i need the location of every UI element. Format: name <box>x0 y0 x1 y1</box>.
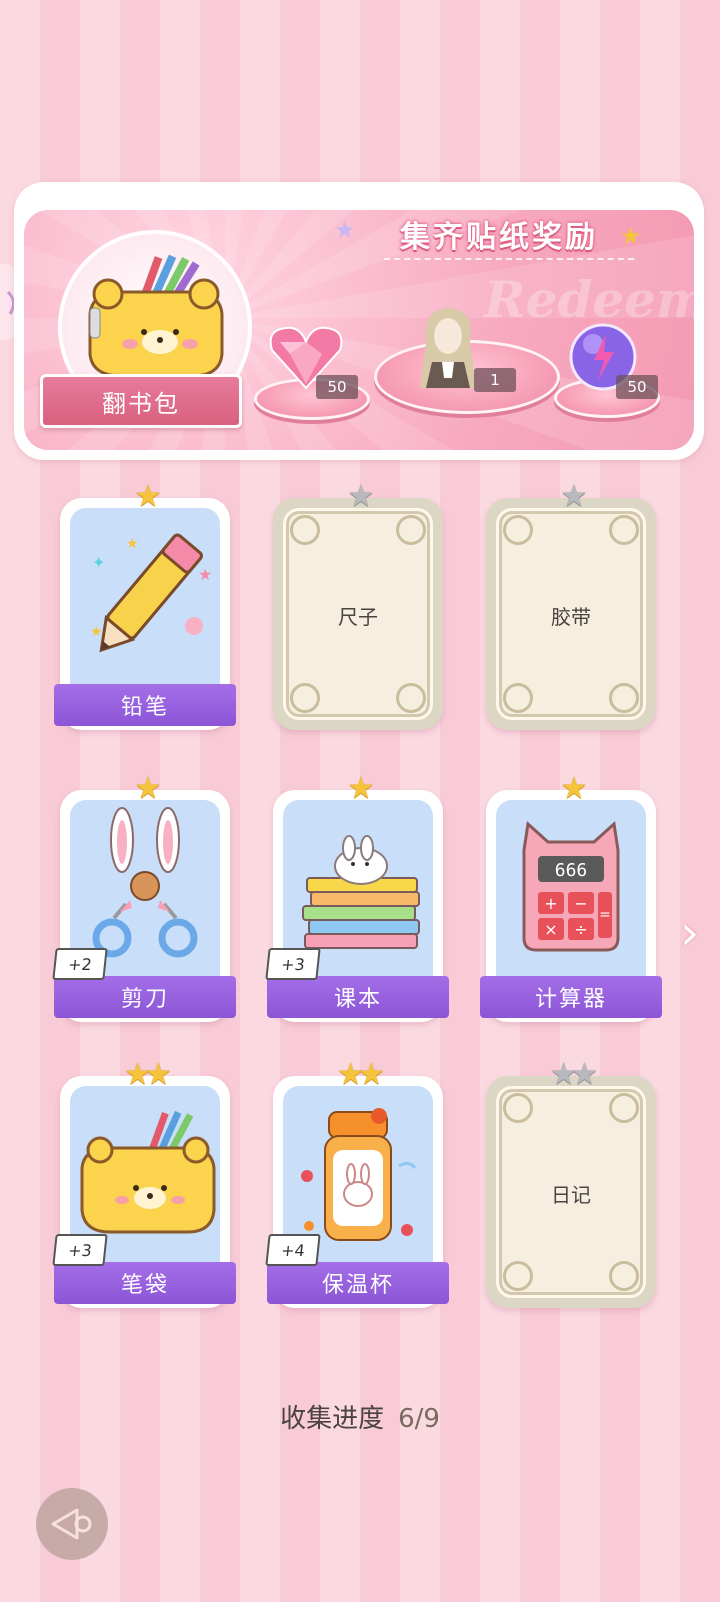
star-gray-icon: ★ <box>550 1057 577 1092</box>
corner-ornament <box>609 1261 639 1291</box>
redeem-watermark: Redeem <box>484 270 694 329</box>
star-rating: ★ <box>273 480 443 514</box>
book-stack-icon <box>302 835 420 949</box>
sticker-name: 保温杯 <box>321 1273 394 1298</box>
reward-count-badge: 50 <box>316 375 358 399</box>
corner-ornament <box>609 1093 639 1123</box>
star-gold-icon: ★ <box>124 1057 151 1092</box>
star-gold-icon: ★ <box>347 771 375 806</box>
corner-ornament <box>503 1093 533 1123</box>
corner-ornament <box>396 515 426 545</box>
sticker-card-diary-locked[interactable]: ★★ 日记 <box>486 1058 656 1312</box>
corner-ornament <box>290 683 320 713</box>
svg-text:★: ★ <box>126 536 139 552</box>
title-divider <box>384 258 634 260</box>
star-gray-icon: ★ <box>347 479 375 514</box>
star-gray-icon: ★ <box>560 479 588 514</box>
svg-text:−: − <box>574 894 587 913</box>
sticker-name: 剪刀 <box>120 987 169 1012</box>
next-page-arrow-icon[interactable]: › <box>680 905 699 961</box>
star-gold-icon: ★ <box>358 1057 385 1092</box>
sticker-name-ribbon: 课本 <box>267 976 449 1018</box>
svg-text:÷: ÷ <box>574 920 587 939</box>
star-rating: ★ <box>60 480 230 514</box>
sticker-card-pencil-case[interactable]: ★★ +3 笔袋 <box>52 1058 236 1312</box>
svg-text:+: + <box>544 894 557 913</box>
corner-ornament <box>503 515 533 545</box>
sticker-card-thermos[interactable]: ★★ +4 保温杯 <box>265 1058 449 1312</box>
star-rating: ★ <box>486 480 656 514</box>
star-rating: ★★ <box>273 1058 443 1092</box>
star-gold-icon: ★ <box>145 1057 172 1092</box>
sticker-card-tape-locked[interactable]: ★ 胶带 <box>486 480 656 734</box>
locked-sticker-name: 胶带 <box>551 605 591 629</box>
sticker-card-ruler-locked[interactable]: ★ 尺子 <box>273 480 443 734</box>
locked-sticker-name: 日记 <box>551 1183 591 1207</box>
sticker-card-pencil[interactable]: ★ ✦ ★ ★ ★ 铅笔 <box>54 480 236 734</box>
bonus-tag: +3 <box>265 948 321 980</box>
sticker-card-textbook[interactable]: ★ +3 课本 <box>265 772 449 1026</box>
star-gray-icon: ★ <box>571 1057 598 1092</box>
bear-pencil-case-icon <box>80 1110 216 1234</box>
bonus-tag: +3 <box>52 1234 108 1266</box>
sticker-name: 课本 <box>333 987 382 1012</box>
star-gold-icon: ★ <box>337 1057 364 1092</box>
sticker-card-scissors[interactable]: ★ +2 剪刀 <box>52 772 236 1026</box>
open-bag-button[interactable]: 翻书包 <box>40 374 242 428</box>
star-gold-icon: ★ <box>134 479 162 514</box>
svg-text:★: ★ <box>198 565 212 584</box>
sticker-name-ribbon: 保温杯 <box>267 1262 449 1304</box>
pencil-icon: ✦ ★ ★ ★ <box>90 533 212 653</box>
bonus-tag: +4 <box>265 1234 321 1266</box>
calculator-screen-text: 666 <box>555 860 588 881</box>
corner-ornament <box>503 683 533 713</box>
svg-text:★: ★ <box>90 624 103 640</box>
corner-ornament <box>396 683 426 713</box>
star-gold-icon: ★ <box>134 771 162 806</box>
star-decoration-icon: ★ <box>334 216 356 244</box>
corner-ornament <box>609 683 639 713</box>
reward-count-badge: 1 <box>474 368 516 392</box>
star-gold-icon: ★ <box>560 771 588 806</box>
thermos-cup-icon <box>301 1108 417 1241</box>
progress-label: 收集进度 <box>280 1404 385 1434</box>
reward-banner: Redeem ★ ★ 集齐贴纸奖励 翻书包 50 1 50 <box>14 182 704 460</box>
svg-text:✦: ✦ <box>92 553 105 572</box>
sticker-name-ribbon: 铅笔 <box>54 684 236 726</box>
corner-ornament <box>503 1261 533 1291</box>
sticker-name: 铅笔 <box>120 695 169 720</box>
sticker-card-calculator[interactable]: ★ 666 + − × ÷ = 计算器 <box>480 772 662 1026</box>
bonus-tag: +2 <box>52 948 108 980</box>
reward-count-badge: 50 <box>616 375 658 399</box>
svg-text:=: = <box>599 907 611 923</box>
star-rating: ★ <box>273 772 443 806</box>
star-rating: ★★ <box>486 1058 656 1092</box>
star-rating: ★★ <box>60 1058 230 1092</box>
sticker-name: 笔袋 <box>120 1273 169 1298</box>
progress-value: 6/9 <box>398 1404 440 1434</box>
corner-ornament <box>290 515 320 545</box>
cat-calculator-icon: 666 + − × ÷ = <box>522 821 620 952</box>
back-arrow-icon <box>51 1508 92 1540</box>
back-button[interactable] <box>36 1488 108 1560</box>
reward-title: 集齐贴纸奖励 <box>400 220 598 255</box>
bunny-scissors-icon <box>92 807 198 958</box>
sticker-name-ribbon: 计算器 <box>480 976 662 1018</box>
star-rating: ★ <box>486 772 656 806</box>
locked-sticker-name: 尺子 <box>338 605 378 629</box>
open-bag-label: 翻书包 <box>102 389 180 418</box>
sticker-name: 计算器 <box>534 987 607 1012</box>
star-rating: ★ <box>60 772 230 806</box>
collection-progress: 收集进度 6/9 <box>0 1398 720 1435</box>
sticker-name-ribbon: 剪刀 <box>54 976 236 1018</box>
corner-ornament <box>609 515 639 545</box>
svg-text:×: × <box>544 920 557 939</box>
sticker-name-ribbon: 笔袋 <box>54 1262 236 1304</box>
